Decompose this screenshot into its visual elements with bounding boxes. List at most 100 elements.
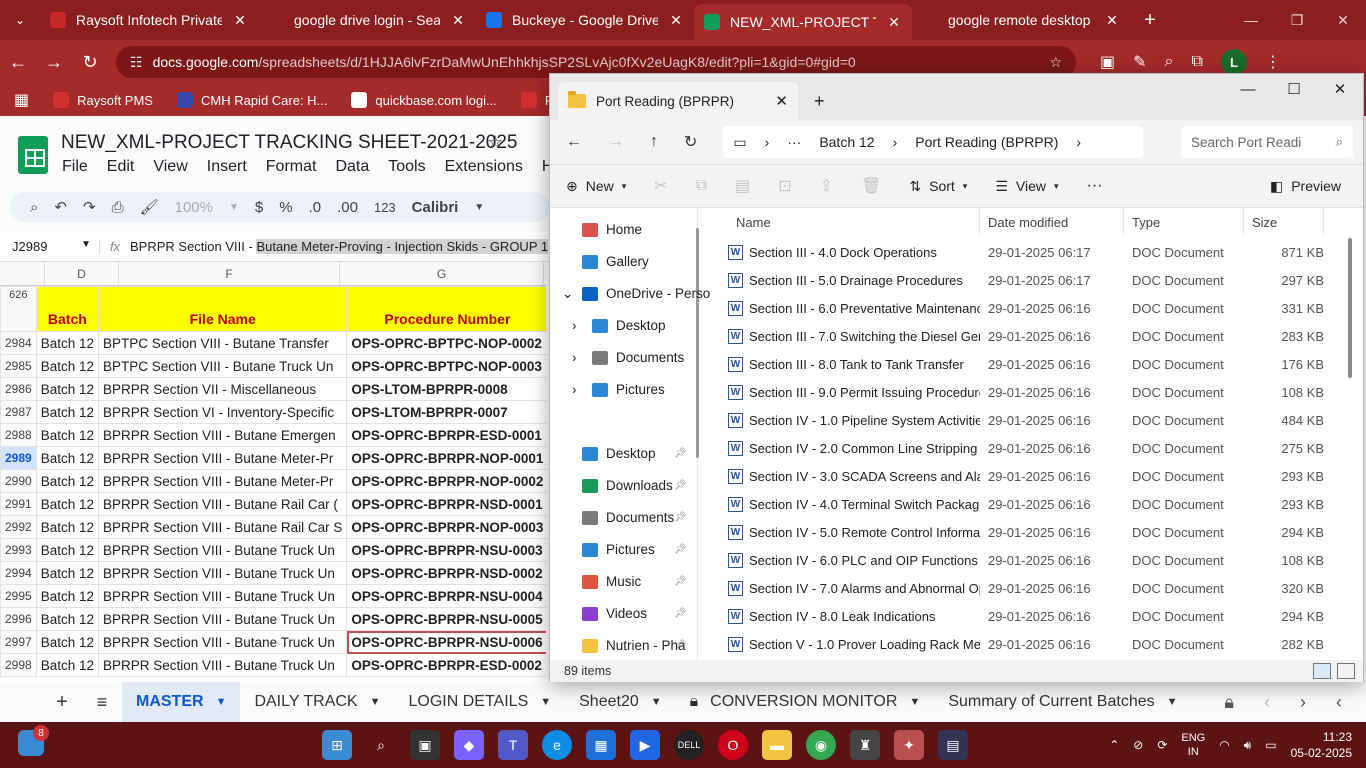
cell-batch[interactable]: Batch 12: [35, 423, 100, 447]
cell-procedure-number[interactable]: OPS-OPRC-BPRPR-NOP-0003: [346, 515, 546, 539]
file-row[interactable]: W Section III - 4.0 Dock Operations 29-01-…: [706, 238, 1346, 266]
print-icon[interactable]: ⎙: [112, 199, 124, 216]
cell-file-name[interactable]: BPRPR Section VIII - Butane Rail Car (: [97, 492, 348, 516]
paste-icon[interactable]: ▤: [735, 176, 750, 196]
close-tab-icon[interactable]: ✕: [232, 12, 248, 29]
cell-file-name[interactable]: BPRPR Section VII - Miscellaneous: [97, 377, 348, 401]
sidebar-item[interactable]: Pictures 📌︎: [582, 542, 687, 557]
column-header-f[interactable]: F: [119, 262, 340, 286]
cell-file-name[interactable]: BPTPC Section VIII - Butane Truck Un: [97, 354, 348, 378]
row-number[interactable]: 2992: [0, 515, 37, 539]
bookmark-item[interactable]: quickbase.com logi...: [351, 92, 497, 108]
undo-icon[interactable]: ↶: [54, 198, 67, 216]
browser-tab[interactable]: google drive login - Search ✕: [258, 0, 476, 40]
breadcrumb[interactable]: ▭ › ··· Batch 12 › Port Reading (BPRPR) …: [723, 126, 1144, 158]
cell-file-name[interactable]: BPRPR Section VIII - Butane Truck Un: [97, 607, 348, 631]
row-number[interactable]: 2998: [0, 653, 37, 677]
menu-item[interactable]: File: [62, 158, 88, 176]
cell-procedure-number[interactable]: OPS-OPRC-BPRPR-NSU-0004: [346, 584, 546, 608]
chevron-up-icon[interactable]: ⌃: [1109, 738, 1119, 752]
sort-button[interactable]: ⇅ Sort ▾: [909, 178, 967, 195]
font-select[interactable]: Calibri: [412, 199, 459, 216]
sidebar-item[interactable]: › Pictures: [572, 382, 665, 397]
copilot-icon[interactable]: ◆: [454, 730, 484, 760]
cell-procedure-number[interactable]: OPS-LTOM-BPRPR-0008: [346, 377, 546, 401]
sheets-logo-icon[interactable]: [18, 136, 48, 174]
row-number[interactable]: 2985: [0, 354, 37, 378]
header-batch[interactable]: Batch: [35, 286, 100, 332]
cell-procedure-number[interactable]: OPS-OPRC-BPRPR-ESD-0002: [346, 653, 546, 677]
row-number[interactable]: 626: [0, 286, 37, 332]
network-off-icon[interactable]: ⊘: [1133, 738, 1143, 752]
back-arrow-icon[interactable]: ←: [566, 133, 582, 151]
up-arrow-icon[interactable]: ↑: [650, 133, 658, 151]
sidebar-item[interactable]: ⌄ OneDrive - Perso: [562, 286, 710, 302]
zoom-icon[interactable]: ⌕: [1165, 53, 1174, 71]
chevron-right-icon[interactable]: ›: [572, 318, 577, 333]
new-tab-icon[interactable]: +: [814, 91, 825, 112]
file-row[interactable]: W Section V - 1.0 Prover Loading Rack Met…: [706, 630, 1346, 658]
volume-icon[interactable]: 🔊︎: [1244, 738, 1252, 753]
file-row[interactable]: W Section IV - 4.0 Terminal Switch Packag…: [706, 490, 1346, 518]
increase-decimal-button[interactable]: .00: [337, 199, 358, 216]
file-row[interactable]: W Section IV - 8.0 Leak Indications 29-01-…: [706, 602, 1346, 630]
name-box[interactable]: J2989 ▼: [0, 239, 100, 254]
redo-icon[interactable]: ↷: [83, 198, 96, 216]
sheet-tab[interactable]: LOGIN DETAILS ▼: [395, 682, 566, 722]
cell-batch[interactable]: Batch 12: [35, 354, 100, 378]
sheet-tab[interactable]: Summary of Current Batches ▼: [934, 682, 1191, 722]
dell-icon[interactable]: DELL: [674, 730, 704, 760]
preview-button[interactable]: ◧ Preview: [1270, 178, 1341, 195]
add-sheet-icon[interactable]: +: [42, 691, 82, 714]
close-tab-icon[interactable]: ✕: [668, 12, 684, 29]
corner-cell[interactable]: [0, 262, 45, 286]
document-title[interactable]: NEW_XML-PROJECT TRACKING SHEET-2021-2025: [61, 132, 518, 154]
sync-icon[interactable]: ⟳: [1157, 738, 1167, 752]
cell-procedure-number[interactable]: OPS-OPRC-BPRPR-NSD-0002: [346, 561, 546, 585]
tiles-view-icon[interactable]: [1337, 663, 1355, 679]
column-name[interactable]: Name: [728, 208, 980, 236]
site-info-icon[interactable]: ☷: [130, 54, 143, 71]
sheet-tab[interactable]: DAILY TRACK ▼: [240, 682, 394, 722]
paint-format-icon[interactable]: 🖌︎: [140, 198, 159, 216]
extensions-puzzle-icon[interactable]: ⧉: [1192, 53, 1203, 71]
forward-arrow-icon[interactable]: →: [36, 52, 72, 73]
cell-file-name[interactable]: BPRPR Section VIII - Butane Emergen: [97, 423, 348, 447]
file-row[interactable]: W Section III - 6.0 Preventative Maintena…: [706, 294, 1346, 322]
row-number[interactable]: 2997: [0, 630, 37, 654]
sidebar-item[interactable]: Downloads 📌︎: [582, 478, 687, 493]
nav-scrollbar[interactable]: [696, 228, 699, 458]
number-format-button[interactable]: 123: [374, 200, 396, 215]
maximize-icon[interactable]: ❐: [1274, 0, 1320, 40]
cell-batch[interactable]: Batch 12: [35, 630, 100, 654]
scroll-tabs-right-icon[interactable]: ›: [1300, 692, 1306, 713]
widgets-icon[interactable]: 8: [18, 725, 49, 756]
remote-app-icon[interactable]: ♜: [850, 730, 880, 760]
chevron-right-icon[interactable]: ›: [572, 382, 577, 397]
file-row[interactable]: W Section IV - 2.0 Common Line Stripping 2…: [706, 434, 1346, 462]
cell-batch[interactable]: Batch 12: [35, 492, 100, 516]
star-icon[interactable]: ☆: [487, 132, 503, 153]
sidebar-item[interactable]: Music 📌︎: [582, 574, 687, 589]
clock[interactable]: 11:23 05-02-2025: [1291, 729, 1352, 761]
browser-menu-icon[interactable]: ⋮: [1265, 52, 1281, 72]
cell-batch[interactable]: Batch 12: [35, 607, 100, 631]
row-number[interactable]: 2996: [0, 607, 37, 631]
start-windows-icon[interactable]: ⊞: [322, 730, 352, 760]
cell-procedure-number[interactable]: OPS-OPRC-BPTPC-NOP-0003: [346, 354, 546, 378]
file-row[interactable]: W Section III - 7.0 Switching the Diesel …: [706, 322, 1346, 350]
language-indicator[interactable]: ENG IN: [1181, 731, 1205, 759]
store-icon[interactable]: ▦: [586, 730, 616, 760]
apps-grid-icon[interactable]: ▦: [14, 90, 29, 110]
profile-avatar[interactable]: L: [1220, 49, 1247, 75]
file-row[interactable]: W Section IV - 7.0 Alarms and Abnormal Op…: [706, 574, 1346, 602]
minimize-icon[interactable]: —: [1228, 0, 1274, 40]
cell-batch[interactable]: Batch 12: [35, 584, 100, 608]
cell-batch[interactable]: Batch 12: [35, 538, 100, 562]
close-tab-icon[interactable]: ✕: [886, 14, 902, 31]
chevron-down-icon[interactable]: ▼: [229, 202, 239, 213]
row-number[interactable]: 2991: [0, 492, 37, 516]
calculator-icon[interactable]: ▤: [938, 730, 968, 760]
column-header-d[interactable]: D: [45, 262, 119, 286]
edge-icon[interactable]: e: [542, 730, 572, 760]
